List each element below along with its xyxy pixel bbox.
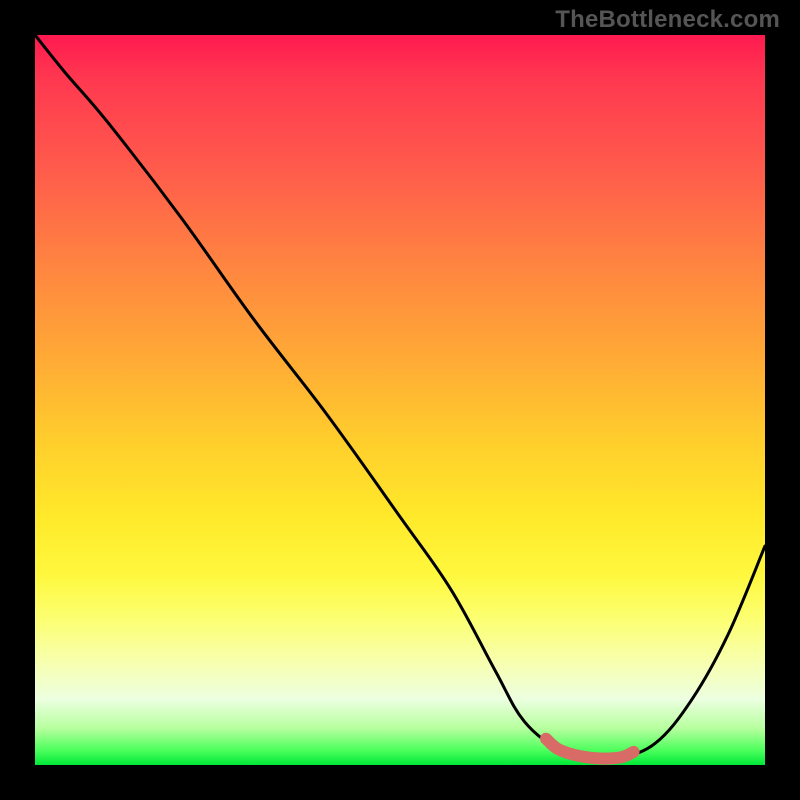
optimal-zone-highlight	[546, 739, 634, 759]
bottleneck-curve	[35, 35, 765, 759]
plot-area	[35, 35, 765, 765]
chart-frame: TheBottleneck.com	[0, 0, 800, 800]
curve-layer	[35, 35, 765, 765]
watermark-text: TheBottleneck.com	[555, 6, 780, 34]
